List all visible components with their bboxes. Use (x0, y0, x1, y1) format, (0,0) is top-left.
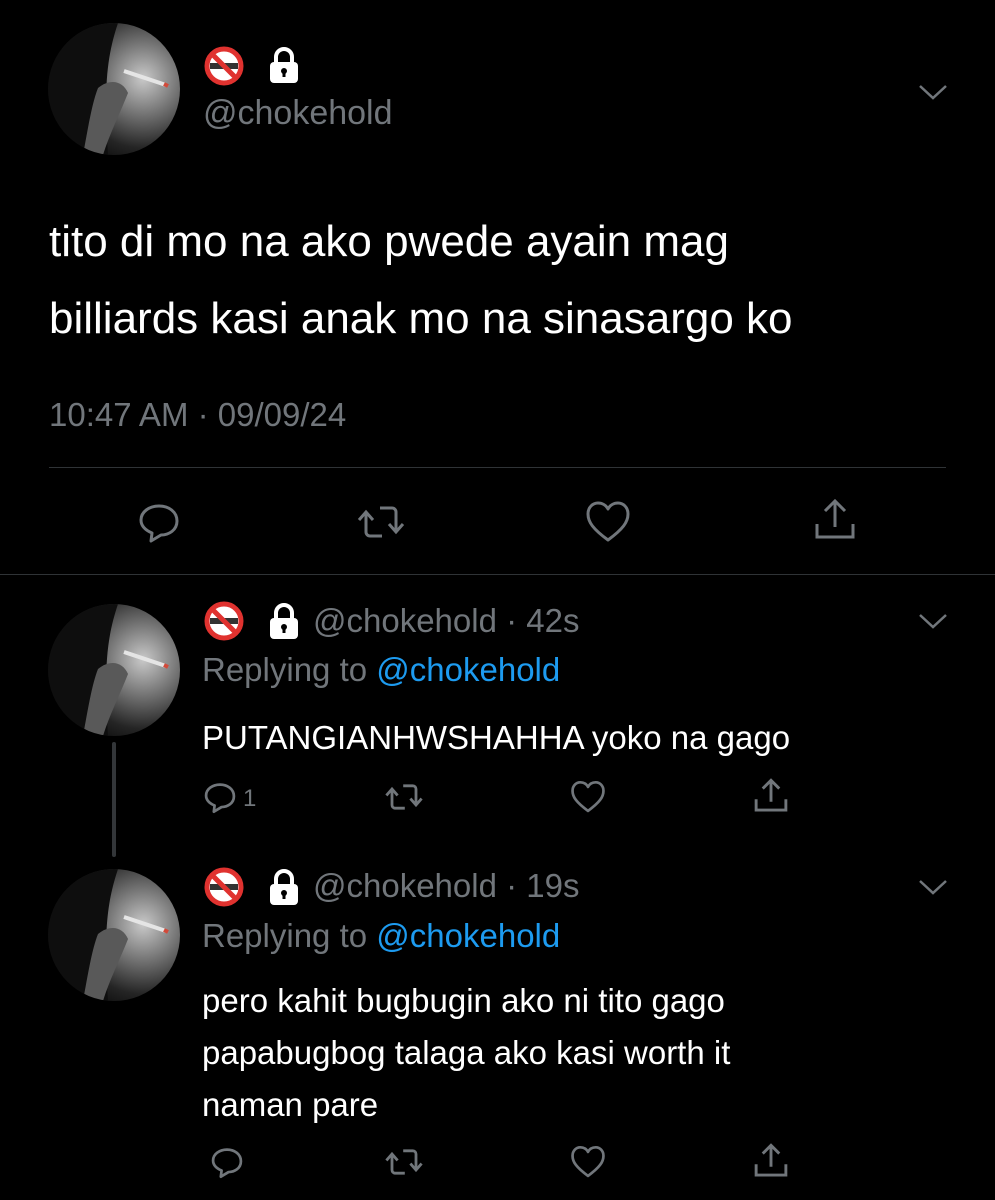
reply-text-line: PUTANGIANHWSHAHHA yoko na gago (202, 719, 791, 756)
like-icon (571, 780, 605, 813)
retweet-icon (385, 784, 423, 810)
thread-line (112, 742, 116, 857)
dot-separator: · (506, 602, 518, 639)
like-button[interactable] (570, 1145, 606, 1179)
share-icon (754, 778, 788, 812)
like-button[interactable] (570, 780, 606, 814)
no-smoking-emoji (203, 45, 245, 87)
replying-to: Replying to @chokehold (202, 651, 560, 689)
tweet-timestamp[interactable]: 10:47 AM · 09/09/24 (49, 396, 346, 434)
chevron-down-icon (919, 614, 947, 629)
reply-meta: @chokehold · 42s (313, 602, 580, 640)
share-button[interactable] (812, 497, 858, 543)
retweet-icon (385, 1149, 423, 1175)
avatar[interactable] (48, 604, 180, 736)
share-icon (815, 498, 855, 539)
reply-button[interactable] (137, 500, 181, 544)
replying-to-link[interactable]: @chokehold (376, 651, 560, 688)
avatar[interactable] (48, 23, 180, 155)
share-button[interactable] (752, 777, 790, 815)
reply-text: pero kahit bugbugin ako ni tito gago pap… (202, 975, 730, 1131)
reply-count: 1 (243, 785, 257, 812)
more-options-chevron[interactable] (917, 611, 949, 631)
divider (49, 467, 946, 468)
tweet-text-line: billiards kasi anak mo na sinasargo ko (49, 294, 793, 343)
reply-icon (211, 1148, 243, 1179)
divider (0, 574, 995, 575)
dot-separator: · (506, 867, 518, 904)
retweet-button[interactable] (384, 781, 424, 813)
retweet-button[interactable] (356, 502, 406, 542)
reply-button[interactable] (203, 780, 237, 814)
retweet-button[interactable] (384, 1146, 424, 1178)
relative-time[interactable]: 19s (526, 867, 579, 904)
reply-icon (204, 783, 236, 814)
handle[interactable]: @chokehold (313, 867, 497, 904)
reply-icon (139, 504, 179, 543)
lock-emoji (266, 47, 302, 85)
reply-text-line: papabugbog talaga ako kasi worth it (202, 1034, 731, 1071)
more-options-chevron[interactable] (917, 82, 949, 102)
replying-to-link[interactable]: @chokehold (376, 917, 560, 954)
retweet-icon (357, 506, 405, 538)
like-icon (571, 1145, 605, 1178)
reply-text: PUTANGIANHWSHAHHA yoko na gago (202, 713, 790, 763)
no-smoking-emoji (203, 866, 245, 908)
reply-text-line: pero kahit bugbugin ako ni tito gago (202, 982, 725, 1019)
handle[interactable]: @chokehold (203, 94, 393, 133)
replying-to-label: Replying to (202, 651, 368, 688)
share-button[interactable] (752, 1142, 790, 1180)
replying-to: Replying to @chokehold (202, 917, 560, 955)
chevron-down-icon (919, 85, 947, 100)
tweet-text-line: tito di mo na ako pwede ayain mag (49, 217, 729, 266)
like-button[interactable] (585, 500, 631, 544)
no-smoking-emoji (203, 600, 245, 642)
replying-to-label: Replying to (202, 917, 368, 954)
tweet-text: tito di mo na ako pwede ayain mag billia… (49, 203, 793, 357)
avatar[interactable] (48, 869, 180, 1001)
like-icon (586, 501, 630, 542)
relative-time[interactable]: 42s (526, 602, 579, 639)
reply-text-line: naman pare (202, 1086, 379, 1123)
more-options-chevron[interactable] (917, 877, 949, 897)
share-icon (754, 1143, 788, 1177)
lock-emoji (266, 603, 302, 641)
handle[interactable]: @chokehold (313, 602, 497, 639)
reply-button[interactable] (210, 1145, 244, 1179)
chevron-down-icon (919, 880, 947, 895)
reply-meta: @chokehold · 19s (313, 867, 580, 905)
lock-emoji (266, 869, 302, 907)
